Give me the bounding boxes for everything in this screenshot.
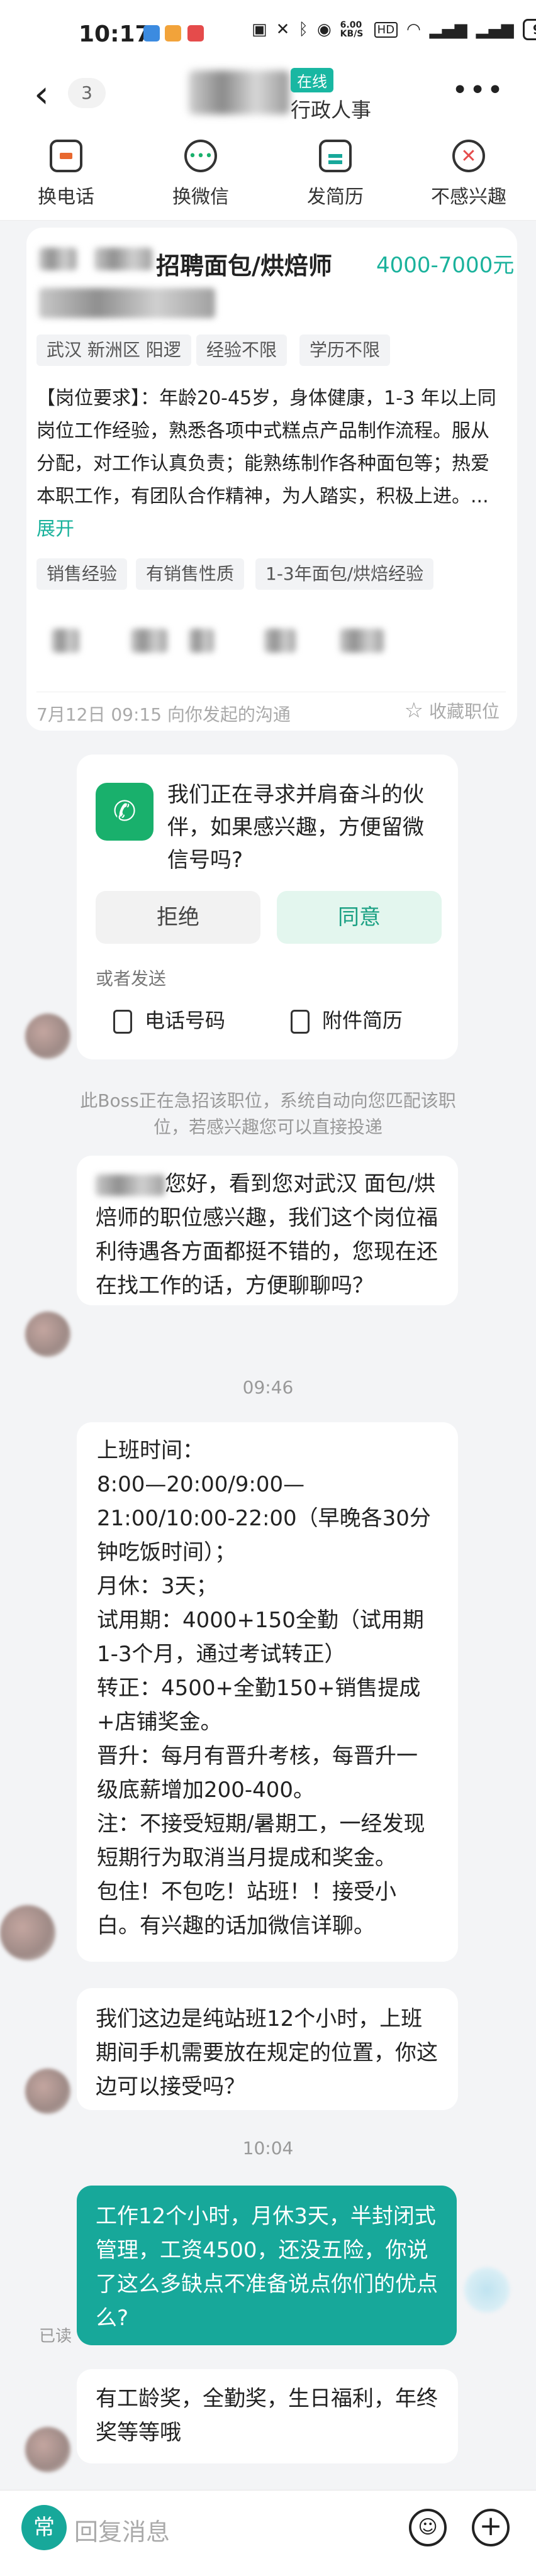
plus-icon[interactable]: +	[472, 2509, 510, 2546]
skill-tag: 销售经验	[36, 558, 128, 590]
my-message-bubble: 工作12个小时，月休3天，半封闭式管理，工资4500，还没五险，你说了这么多缺点…	[77, 2186, 457, 2345]
bluetooth-icon: ᛒ	[298, 20, 308, 39]
emoji-icon[interactable]: ☺	[409, 2509, 447, 2546]
redacted-text	[39, 248, 77, 270]
reply-input[interactable]: 回复消息	[74, 2512, 170, 2547]
notification-app-icon	[165, 25, 181, 41]
redacted-avatar	[264, 629, 296, 653]
notification-app-icon	[187, 25, 204, 41]
redacted-avatar	[52, 629, 79, 653]
not-interested-action[interactable]: ✕ 不感兴趣	[422, 140, 516, 209]
hd-icon: HD	[374, 21, 398, 38]
contact-name-redacted	[189, 70, 289, 114]
signal-icon: ▂▄▆	[476, 20, 514, 39]
job-tag: 学历不限	[299, 334, 391, 366]
send-resume-label: 附件简历	[322, 1009, 403, 1032]
wechat-icon: ✆	[96, 783, 154, 841]
favorite-label: 收藏职位	[428, 701, 500, 722]
contact-title: 行政人事	[291, 98, 372, 122]
resume-icon	[319, 140, 352, 172]
my-avatar[interactable]	[464, 2267, 510, 2313]
read-status: 已读	[39, 2327, 72, 2346]
redacted-avatar	[131, 629, 167, 653]
location-icon: ◉	[316, 20, 332, 39]
mute-icon: ✕	[276, 20, 290, 39]
redacted-text	[96, 1174, 165, 1196]
job-title: 招聘面包/烘焙师	[156, 252, 332, 280]
job-description: 【岗位要求】：年龄20-45岁，身体健康，1-3 年以上同岗位工作经验，熟悉各项…	[36, 387, 496, 540]
send-phone-button[interactable]: 电话号码	[113, 1005, 225, 1034]
send-phone-label: 电话号码	[145, 1009, 226, 1032]
phone-card-icon	[113, 1010, 132, 1034]
notification-app-icon	[143, 25, 160, 41]
wifi-icon: ◠	[406, 20, 421, 39]
action-label: 不感兴趣	[431, 186, 506, 208]
change-wechat-action[interactable]: ••• 换微信	[154, 140, 248, 209]
more-options-icon[interactable]: •••	[452, 74, 505, 106]
avatar[interactable]	[25, 1014, 70, 1059]
avatar[interactable]	[25, 2069, 70, 2114]
close-circle-icon: ✕	[452, 140, 485, 172]
message-bubble: 上班时间： 8:00—20:00/9:00—21:00/10:00-22:00（…	[77, 1422, 458, 1962]
net-speed: 6.00 KB/S	[340, 20, 364, 39]
redacted-avatar	[340, 629, 384, 653]
send-resume-button[interactable]: 附件简历	[291, 1005, 403, 1034]
avatar[interactable]	[25, 2427, 70, 2472]
message-bubble: 我们这边是纯站班12个小时，上班期间手机需要放在规定的位置，你这边可以接受吗？	[77, 1988, 458, 2110]
common-phrases-button[interactable]: 常	[21, 2505, 67, 2550]
action-label: 发简历	[307, 186, 364, 208]
expand-link[interactable]: 展开	[36, 518, 74, 540]
skill-tag: 有销售性质	[136, 558, 245, 590]
phone-card-icon	[50, 140, 82, 172]
avatar[interactable]	[25, 1312, 70, 1357]
signal-icon: ▂▄▆	[429, 20, 467, 39]
avatar[interactable]	[0, 1905, 55, 1960]
nfc-icon: ▣	[252, 20, 267, 39]
job-tag: 武汉 新洲区 阳逻	[36, 334, 191, 366]
battery-icon: 97	[522, 19, 536, 40]
chat-start-note: 7月12日 09:15 向你发起的沟通	[36, 704, 291, 725]
action-label: 换微信	[172, 186, 229, 208]
wechat-icon: •••	[184, 140, 217, 172]
send-resume-action[interactable]: 发简历	[288, 140, 382, 209]
timestamp: 09:46	[242, 1377, 294, 1398]
unread-count-badge: 3	[68, 78, 106, 108]
message-bubble: 有工龄奖，全勤奖，生日福利，年终奖等等哦	[77, 2369, 458, 2463]
message-bubble: 您好，看到您对武汉 面包/烘焙师的职位感兴趣，我们这个岗位福利待遇各方面都挺不错…	[77, 1156, 458, 1305]
skill-tag: 1-3年面包/烘焙经验	[255, 558, 434, 590]
or-send-label: 或者发送	[96, 968, 167, 989]
wechat-request-text: 我们正在寻求并肩奋斗的伙伴，如果感兴趣，方便留微信号吗?	[167, 782, 424, 873]
job-tag: 经验不限	[196, 334, 288, 366]
system-note: 此Boss正在急招该职位，系统自动向您匹配该职位，若感兴趣您可以直接投递	[80, 1090, 456, 1137]
action-label: 换电话	[38, 186, 94, 208]
online-status-badge: 在线	[291, 68, 333, 92]
job-salary: 4000-7000元	[376, 253, 515, 278]
back-arrow-icon[interactable]: ‹	[34, 75, 49, 113]
star-icon: ☆	[404, 698, 424, 723]
status-time: 10:17	[79, 21, 151, 47]
timestamp: 10:04	[242, 2138, 294, 2159]
reject-button[interactable]: 拒绝	[96, 891, 260, 944]
resume-icon	[291, 1010, 310, 1034]
redacted-avatar	[189, 629, 214, 653]
change-phone-action[interactable]: 换电话	[19, 140, 113, 209]
status-icons: ▣ ✕ ᛒ ◉ 6.00 KB/S HD ◠ ▂▄▆ ▂▄▆ 97	[252, 19, 536, 40]
favorite-job-button[interactable]: ☆ 收藏职位	[405, 698, 500, 723]
agree-button[interactable]: 同意	[277, 891, 442, 944]
redacted-company	[39, 288, 215, 318]
redacted-text	[94, 248, 152, 270]
